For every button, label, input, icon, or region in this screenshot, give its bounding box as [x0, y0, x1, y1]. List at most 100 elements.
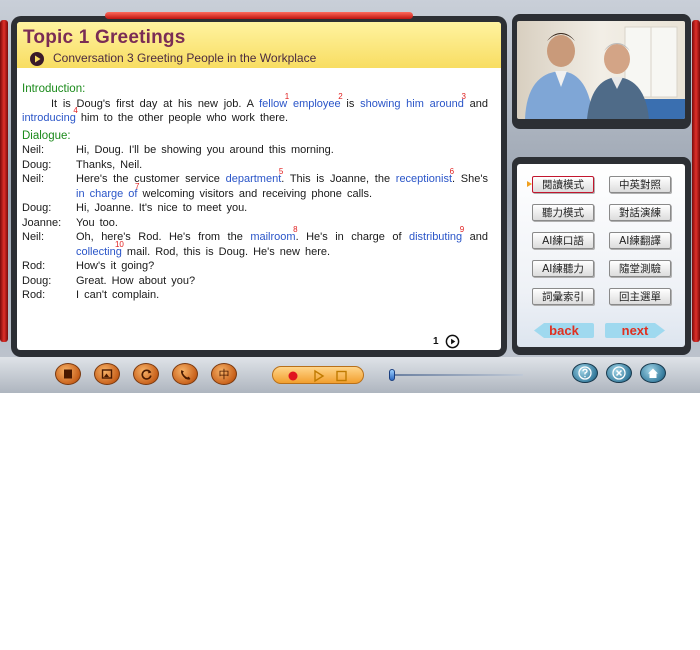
mode-button-listening[interactable]: 聽力模式	[532, 204, 594, 221]
speaker-name: Rod:	[22, 289, 46, 301]
dialogue-text: Here's the customer service department 5.…	[76, 167, 488, 201]
repeat-button[interactable]	[133, 363, 159, 385]
page-title: Topic 1 Greetings	[23, 27, 186, 48]
vocab-term[interactable]: receptionist 6	[395, 167, 454, 185]
mode-button-bilingual[interactable]: 中英對照	[609, 176, 671, 193]
dialogue-text: You too.	[76, 216, 488, 231]
vocab-term-text: in charge of	[76, 187, 138, 200]
audio-progress-track[interactable]	[391, 374, 523, 376]
vocab-term[interactable]: department 5	[225, 167, 284, 185]
text-segment: Hi, Doug. I'll be showing you around thi…	[76, 144, 334, 156]
phone-icon	[180, 369, 190, 380]
mode-button-main-menu[interactable]: 回主選單	[609, 288, 671, 305]
text-segment: him to the other people who work there.	[75, 112, 289, 124]
speaker-name: Neil:	[22, 231, 45, 243]
office-photo-image	[517, 21, 685, 119]
text-segment: . She's	[452, 173, 488, 185]
dialogue-line: Rod: How's it going?	[22, 259, 488, 274]
close-button[interactable]	[606, 363, 632, 383]
vocab-number: 8	[293, 225, 298, 234]
conversation-subtitle: Conversation 3 Greeting People in the Wo…	[53, 51, 317, 65]
vocab-term-text: department	[225, 173, 282, 185]
book-button[interactable]	[55, 363, 81, 385]
dialogue-text: Oh, here's Rod. He's from the mailroom 8.…	[76, 225, 488, 259]
speaker-name: Neil:	[22, 173, 45, 185]
text-segment: mail. Rod, this is Doug. He's new here.	[121, 245, 331, 258]
vocab-term-text: receptionist	[395, 173, 453, 185]
vocab-term[interactable]: collecting 10	[76, 240, 124, 258]
media-controls-graphic	[288, 369, 347, 383]
vocab-term[interactable]: mailroom 8	[250, 225, 297, 243]
dialogue-list: Neil: Hi, Doug. I'll be showing you aroun…	[22, 143, 488, 303]
vocab-number: 3	[461, 91, 466, 101]
text-segment: Thanks, Neil.	[76, 158, 143, 171]
dialogue-text: Hi, Doug. I'll be showing you around thi…	[76, 143, 488, 158]
mode-button-reading[interactable]: 閱讀模式	[532, 176, 594, 193]
next-button[interactable]: next	[605, 322, 665, 339]
text-segment: is	[340, 97, 361, 110]
vocab-number: 1	[284, 91, 290, 101]
dialogue-heading: Dialogue:	[22, 129, 71, 142]
text-segment: You too.	[76, 216, 118, 229]
left-red-bezel	[0, 20, 8, 342]
dialogue-line: Neil: Hi, Doug. I'll be showing you aroun…	[22, 143, 488, 158]
stop-icon	[336, 370, 347, 382]
chinese-toggle-button[interactable]: 中	[211, 363, 237, 385]
mode-button-ai-listening[interactable]: AI練聽力	[532, 260, 594, 277]
vocab-number: 5	[278, 167, 284, 176]
home-button[interactable]	[640, 363, 666, 383]
top-red-bar	[105, 12, 413, 19]
speaker-name: Doug:	[22, 274, 52, 287]
lesson-text: Introduction: It is Doug's first day at …	[22, 82, 488, 303]
vocab-term[interactable]: in charge of 7	[76, 182, 139, 200]
title-band: Topic 1 Greetings Conversation 3 Greetin…	[17, 22, 501, 68]
lesson-video[interactable]	[517, 21, 685, 119]
mode-button-ai-translation[interactable]: AI練翻譯	[609, 232, 671, 249]
play-icon	[314, 369, 325, 383]
mode-button-dialogue-practice[interactable]: 對話演練	[609, 204, 671, 221]
next-page-icon[interactable]	[445, 334, 460, 349]
question-icon	[578, 366, 592, 380]
back-label: back	[549, 323, 579, 338]
book-icon	[64, 369, 72, 379]
play-circle-icon[interactable]	[29, 51, 45, 67]
vocab-number: 4	[73, 106, 78, 115]
next-label: next	[621, 323, 649, 338]
mode-button-quiz[interactable]: 隨堂測驗	[609, 260, 671, 277]
text-segment: . He's in charge of	[295, 231, 409, 243]
speaker-name: Rod:	[22, 260, 46, 272]
mode-button-ai-speaking[interactable]: AI練口語	[532, 232, 594, 249]
back-button[interactable]: back	[534, 322, 594, 339]
dialogue-text: How's it going?	[76, 259, 488, 274]
speaker-name: Joanne:	[22, 216, 62, 229]
dialogue-line: Doug: Great. How about you?	[22, 274, 488, 289]
vocab-term[interactable]: distributing 9	[409, 225, 464, 243]
dialogue-line: Doug: Hi, Joanne. It's nice to meet you.	[22, 201, 488, 216]
vocab-number: 2	[338, 91, 343, 101]
text-segment: Hi, Joanne. It's nice to meet you.	[76, 202, 248, 214]
vocab-term[interactable]: showing him around 3	[360, 92, 466, 110]
vocab-term[interactable]: introducing 4	[22, 106, 78, 124]
lesson-content-panel: Topic 1 Greetings Conversation 3 Greetin…	[17, 22, 501, 350]
lesson-app-window: Topic 1 Greetings Conversation 3 Greetin…	[0, 0, 700, 393]
picture-button[interactable]	[94, 363, 120, 385]
dialogue-text: Hi, Joanne. It's nice to meet you.	[76, 201, 488, 216]
vocab-number: 9	[459, 225, 465, 234]
text-segment: and	[463, 97, 488, 110]
text-segment: I can't complain.	[76, 289, 160, 301]
mode-button-vocab-index[interactable]: 詞彙索引	[532, 288, 594, 305]
audio-progress-knob[interactable]	[389, 369, 395, 381]
vocab-term[interactable]: employee 2	[293, 92, 343, 110]
refresh-icon	[141, 369, 152, 380]
vocab-term-text: mailroom	[250, 231, 296, 243]
vocab-number: 7	[135, 181, 140, 191]
help-button[interactable]	[572, 363, 598, 383]
phone-button[interactable]	[172, 363, 198, 385]
close-icon	[612, 366, 626, 380]
vocab-number: 10	[114, 239, 124, 249]
introduction-text: It is Doug's first day at his new job. A…	[22, 92, 488, 126]
dialogue-line: Neil: Here's the customer service departm…	[22, 167, 488, 201]
speaker-name: Doug:	[22, 158, 52, 171]
picture-icon	[101, 369, 113, 379]
vocab-term[interactable]: fellow 1	[259, 92, 289, 110]
